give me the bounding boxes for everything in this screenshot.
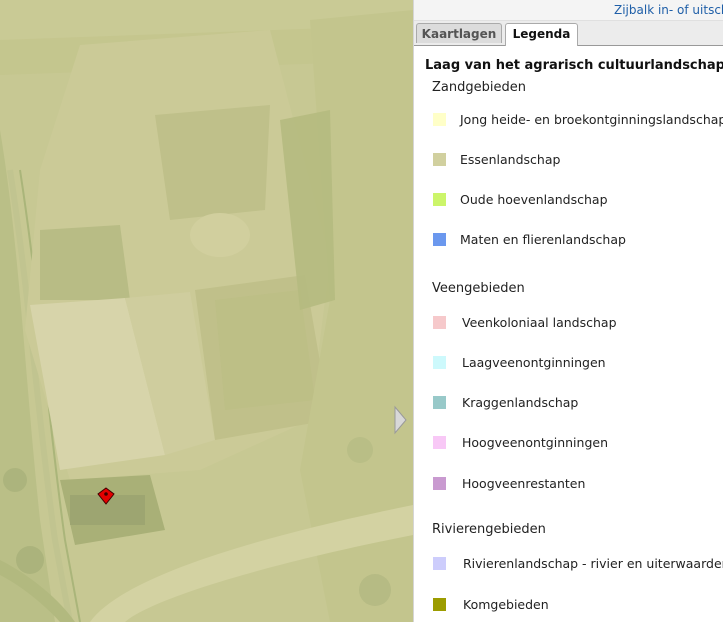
tab-legenda[interactable]: Legenda <box>505 23 578 46</box>
legend-item-label: Laagveenontginningen <box>462 355 606 370</box>
legend-item-label: Komgebieden <box>463 597 549 612</box>
legend-item-label: Oude hoevenlandschap <box>460 192 608 207</box>
sidebar-topbar: Zijbalk in- of uitschuiven <box>414 0 723 21</box>
legend-group-title: Zandgebieden <box>432 80 526 95</box>
legend-swatch <box>433 113 446 126</box>
legend-item-label: Rivierenlandschap - rivier en uiterwaard… <box>463 556 723 571</box>
legend-swatch <box>433 557 446 570</box>
toggle-sidebar-link[interactable]: Zijbalk in- of uitschuiven <box>614 3 723 17</box>
legend-item-label: Hoogveenontginningen <box>462 435 608 450</box>
legend-swatch <box>433 193 446 206</box>
location-marker-icon[interactable] <box>97 487 115 505</box>
legend-swatch <box>433 233 446 246</box>
collapse-panel-arrow-icon[interactable] <box>392 405 408 435</box>
tab-kaartlagen[interactable]: Kaartlagen <box>416 23 502 43</box>
legend-swatch <box>433 316 446 329</box>
legend-item-label: Kraggenlandschap <box>462 395 579 410</box>
legend-swatch <box>433 396 446 409</box>
legend-group-title: Veengebieden <box>432 281 525 296</box>
legend-item-label: Hoogveenrestanten <box>462 476 586 491</box>
legend-item-label: Maten en flierenlandschap <box>460 232 626 247</box>
legend-swatch <box>433 477 446 490</box>
legend-group-title: Rivierengebieden <box>432 522 546 537</box>
aerial-map-image <box>0 0 413 622</box>
legend-title: Laag van het agrarisch cultuurlandschap <box>425 58 723 73</box>
sidebar-tabs: Kaartlagen Legenda <box>414 21 723 46</box>
legend-item-label: Essenlandschap <box>460 152 561 167</box>
legend-swatch <box>433 153 446 166</box>
legend-item-label: Jong heide- en broekontginningslandschap <box>460 112 723 127</box>
legend-swatch <box>433 436 446 449</box>
map-view[interactable] <box>0 0 413 622</box>
legend-swatch <box>433 356 446 369</box>
legend-swatch <box>433 598 446 611</box>
sidebar-panel: Zijbalk in- of uitschuiven Kaartlagen Le… <box>413 0 723 622</box>
legend-item-label: Veenkoloniaal landschap <box>462 315 617 330</box>
